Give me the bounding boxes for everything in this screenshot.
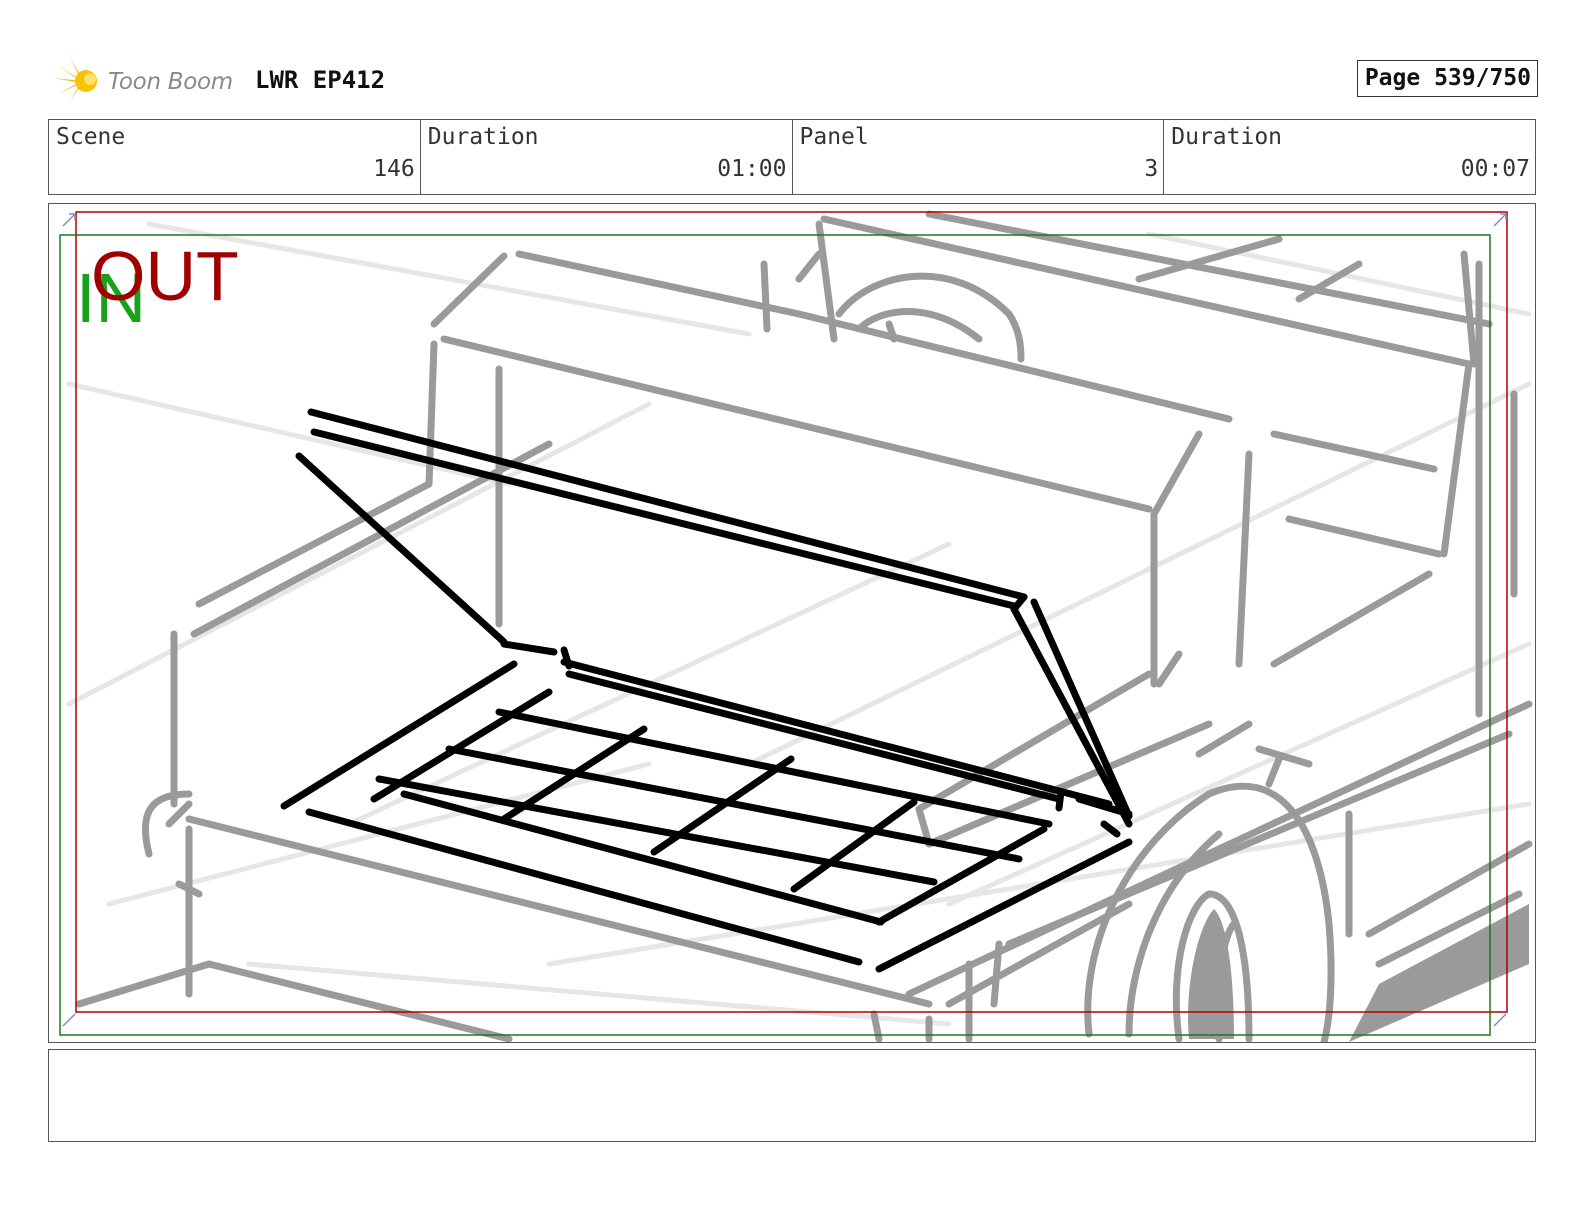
toon-boom-logo: Toon Boom [52,56,242,106]
scene-label: Scene [56,124,126,150]
page-header: Toon Boom LWR EP412 Page 539/750 [48,54,1538,108]
panel-value: 3 [1144,156,1159,182]
panel-label: Panel [799,124,869,150]
panel-duration-cell: Duration 00:07 [1164,120,1535,194]
sunburst-icon [54,58,97,104]
panel-duration-label: Duration [1171,124,1283,150]
storyboard-panel: IN OUT [48,203,1536,1043]
scene-duration-label: Duration [427,124,539,150]
scene-cell: Scene 146 [49,120,421,194]
scene-value: 146 [373,156,415,182]
page-number-badge: Page 539/750 [1356,60,1538,97]
caption-box [48,1049,1536,1142]
production-title: LWR EP412 [255,66,386,94]
scene-duration-value: 01:00 [717,156,787,182]
panel-cell: Panel 3 [793,120,1165,194]
logo-text: Toon Boom [108,69,233,95]
storyboard-sketch-image: IN OUT [59,210,1533,1042]
scene-duration-cell: Duration 01:00 [421,120,793,194]
panel-duration-value: 00:07 [1460,156,1530,182]
out-mark: OUT [91,237,239,315]
scene-info-table: Scene 146 Duration 01:00 Panel 3 Duratio… [48,119,1536,195]
